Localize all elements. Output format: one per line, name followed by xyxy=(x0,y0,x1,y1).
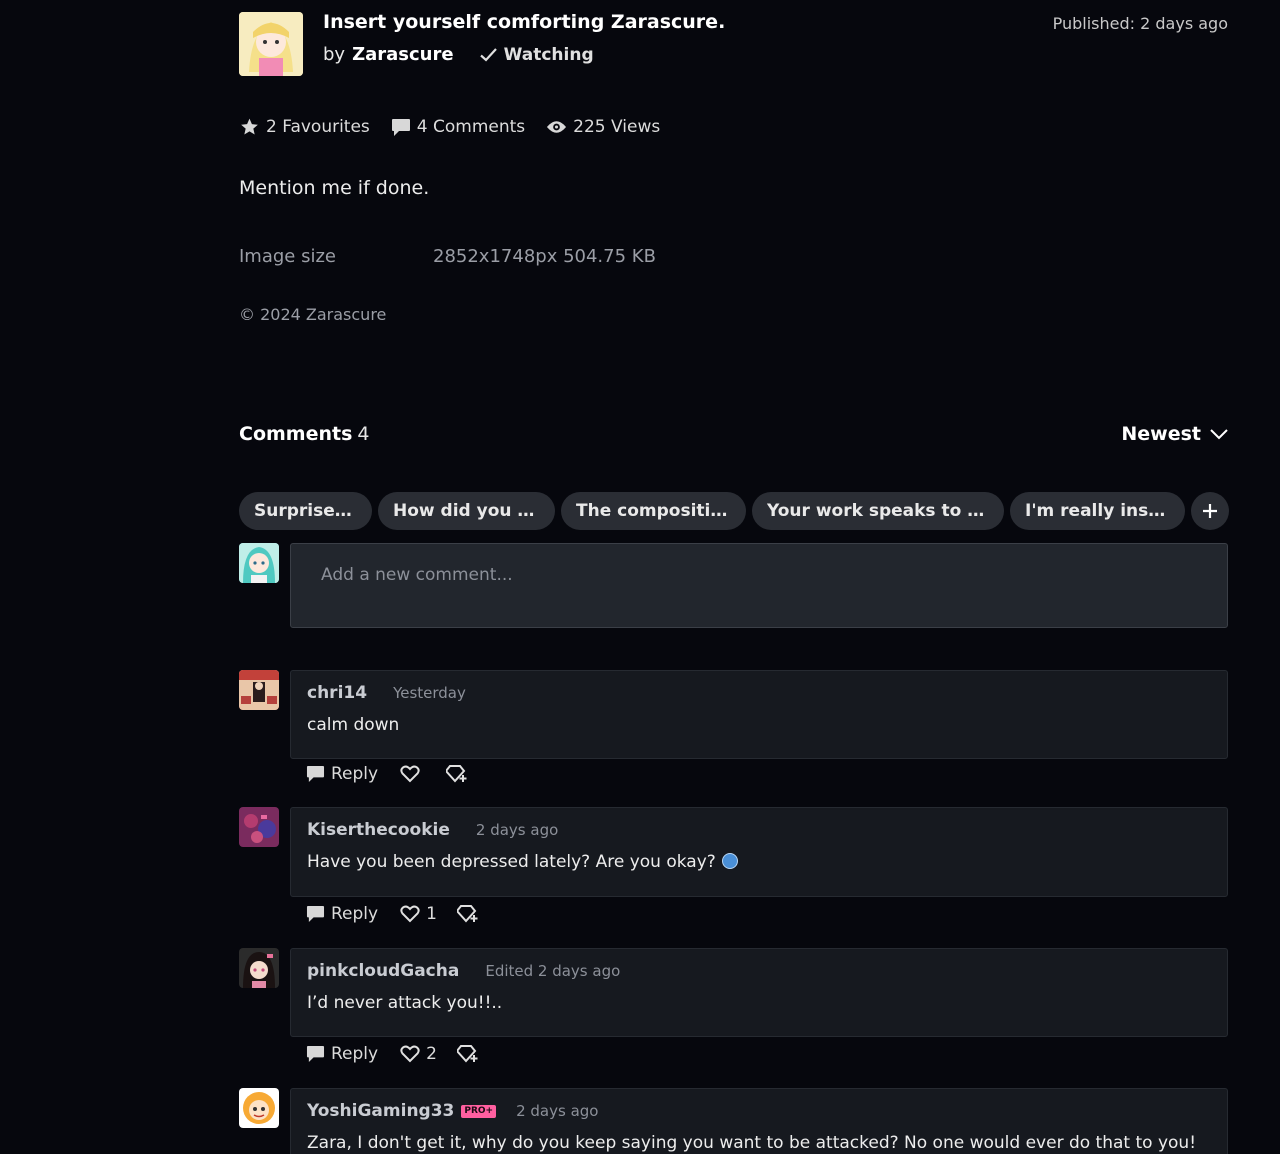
heart-icon xyxy=(400,1045,420,1063)
comments-heading-count: 4 xyxy=(357,423,370,445)
published-date: Published: 2 days ago xyxy=(1052,14,1228,33)
current-user-avatar[interactable] xyxy=(239,543,279,583)
copyright: © 2024 Zarascure xyxy=(239,305,387,324)
award-button[interactable] xyxy=(456,1045,485,1063)
sad-emoji-icon xyxy=(721,853,738,869)
views-stat: 225 Views xyxy=(546,117,660,137)
heart-icon xyxy=(400,905,420,923)
comment-avatar[interactable] xyxy=(239,1088,279,1128)
description: Mention me if done. xyxy=(239,177,430,199)
by-label: by xyxy=(323,44,346,65)
more-suggestions-button[interactable] xyxy=(1191,492,1229,530)
suggestion-chips: Surprise Me! How did you m… The composit… xyxy=(239,492,1229,530)
chip-suggestion[interactable]: I'm really inspir… xyxy=(1010,492,1185,530)
comments-heading-label: Comments xyxy=(239,423,353,445)
like-button[interactable]: 1 xyxy=(400,904,437,924)
comment-timestamp[interactable]: Yesterday xyxy=(393,684,466,702)
new-comment-input[interactable]: Add a new comment... xyxy=(290,543,1228,628)
reply-icon xyxy=(306,905,325,923)
comment-text: I’d never attack you!!.. xyxy=(307,993,503,1013)
author-avatar[interactable] xyxy=(239,12,303,76)
sort-dropdown[interactable]: Newest xyxy=(1121,423,1228,445)
deviation-title: Insert yourself comforting Zarascure. xyxy=(323,11,726,33)
author-name-link[interactable]: Zarascure xyxy=(352,44,454,65)
chip-label: Your work speaks to me … xyxy=(767,501,989,521)
comment-card: YoshiGaming33 PRO+ 2 days ago Zara, I do… xyxy=(290,1088,1228,1154)
pro-badge: PRO+ xyxy=(461,1104,497,1118)
star-icon xyxy=(241,118,258,135)
views-count: 225 Views xyxy=(573,117,661,137)
image-size-label: Image size xyxy=(239,246,336,267)
comment-icon xyxy=(391,118,410,136)
comments-heading: Comments 4 xyxy=(239,423,370,445)
sort-label: Newest xyxy=(1121,423,1201,445)
plus-icon xyxy=(1203,504,1217,518)
comment-text: Zara, I don't get it, why do you keep sa… xyxy=(307,1133,1197,1153)
watching-label: Watching xyxy=(503,44,594,65)
award-button[interactable] xyxy=(456,905,485,923)
comment-card: pinkcloudGacha Edited 2 days ago I’d nev… xyxy=(290,948,1228,1037)
heart-icon xyxy=(400,765,420,783)
comment-actions: Reply 2 xyxy=(306,1044,485,1064)
like-button[interactable] xyxy=(400,765,426,783)
watching-button[interactable]: Watching xyxy=(479,44,594,65)
reply-button[interactable]: Reply xyxy=(306,1044,378,1064)
favourites-stat[interactable]: 2 Favourites xyxy=(239,117,370,137)
reply-label: Reply xyxy=(331,1044,379,1064)
stats-bar: 2 Favourites 4 Comments 225 Views xyxy=(239,117,681,137)
chip-suggestion[interactable]: How did you m… xyxy=(378,492,555,530)
comments-stat[interactable]: 4 Comments xyxy=(391,117,525,137)
favourites-count: 2 Favourites xyxy=(266,117,370,137)
comment-text: Have you been depressed lately? Are you … xyxy=(307,852,716,872)
comment-username[interactable]: YoshiGaming33 xyxy=(307,1101,454,1121)
badge-icon xyxy=(446,765,467,783)
chip-suggestion[interactable]: The composition… xyxy=(561,492,746,530)
badge-icon xyxy=(456,1045,478,1063)
like-count: 1 xyxy=(426,904,437,924)
comment-card: chri14 Yesterday calm down xyxy=(290,670,1228,759)
chip-surprise-me[interactable]: Surprise Me! xyxy=(239,492,372,530)
chip-suggestion[interactable]: Your work speaks to me … xyxy=(752,492,1004,530)
like-count: 2 xyxy=(426,1044,437,1064)
reply-button[interactable]: Reply xyxy=(306,904,378,924)
chip-label: I'm really inspir… xyxy=(1025,501,1170,521)
reply-label: Reply xyxy=(331,764,379,784)
comment-username[interactable]: pinkcloudGacha xyxy=(307,961,459,981)
comment-header: chri14 Yesterday xyxy=(307,683,466,703)
reply-button[interactable]: Reply xyxy=(306,764,378,784)
comment-username[interactable]: Kiserthecookie xyxy=(307,820,450,840)
comment-actions: Reply xyxy=(306,764,474,784)
chip-label: The composition… xyxy=(576,501,731,521)
check-icon xyxy=(479,47,497,62)
comment-avatar[interactable] xyxy=(239,807,279,847)
comment-header: Kiserthecookie 2 days ago xyxy=(307,820,558,840)
comment-text-row: Have you been depressed lately? Are you … xyxy=(307,852,738,872)
comment-timestamp[interactable]: 2 days ago xyxy=(516,1102,598,1120)
comment-timestamp[interactable]: Edited 2 days ago xyxy=(485,962,620,980)
comment-avatar[interactable] xyxy=(239,948,279,988)
comment-text: calm down xyxy=(307,715,400,735)
reply-label: Reply xyxy=(331,904,379,924)
chip-label: Surprise Me! xyxy=(254,501,357,521)
comment-header: YoshiGaming33 PRO+ 2 days ago xyxy=(307,1101,598,1121)
comment-avatar[interactable] xyxy=(239,670,279,710)
byline: by Zarascure Watching xyxy=(323,44,594,65)
comment-card: Kiserthecookie 2 days ago Have you been … xyxy=(290,807,1228,897)
comment-username[interactable]: chri14 xyxy=(307,683,367,703)
comment-actions: Reply 1 xyxy=(306,904,485,924)
reply-icon xyxy=(306,1045,325,1063)
comment-timestamp[interactable]: 2 days ago xyxy=(476,821,558,839)
chip-label: How did you m… xyxy=(393,501,540,521)
like-button[interactable]: 2 xyxy=(400,1044,437,1064)
comments-count: 4 Comments xyxy=(416,117,526,137)
badge-icon xyxy=(456,905,478,923)
image-size-value: 2852x1748px 504.75 KB xyxy=(433,246,656,267)
comment-header: pinkcloudGacha Edited 2 days ago xyxy=(307,961,620,981)
eye-icon xyxy=(547,121,567,133)
reply-icon xyxy=(306,765,325,783)
award-button[interactable] xyxy=(446,765,474,783)
chevron-down-icon xyxy=(1210,428,1228,439)
